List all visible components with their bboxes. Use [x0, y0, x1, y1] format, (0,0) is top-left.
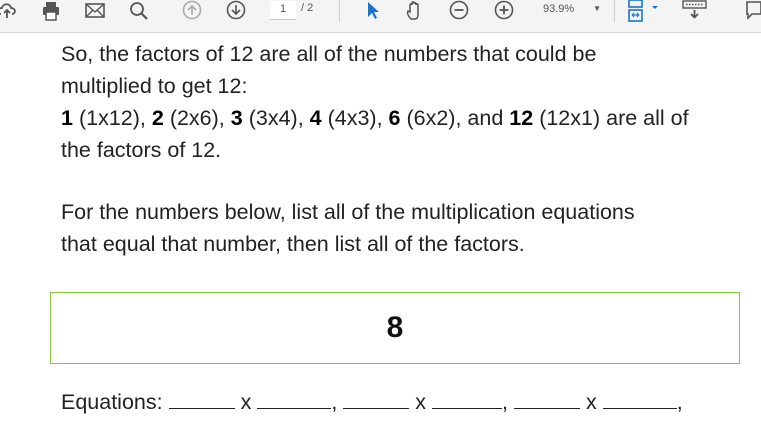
paragraph-line: that equal that number, then list all of… — [61, 232, 525, 256]
factor-pair: (12x1) — [539, 106, 601, 130]
pdf-toolbar: 1 / 2 93.9% ▼ — [0, 0, 761, 33]
print-icon[interactable] — [40, 0, 62, 22]
equation-blank[interactable] — [514, 386, 580, 409]
target-number-box: 8 — [50, 292, 740, 364]
paragraph-text: are all of — [606, 106, 689, 130]
factor-value: 1 — [61, 106, 73, 130]
times-sign: x — [415, 390, 427, 414]
factors-explanation-paragraph: So, the factors of 12 are all of the num… — [61, 38, 741, 166]
factor-pair: (4x3) — [327, 106, 377, 130]
equations-label: Equations: — [61, 390, 163, 414]
toolbar-separator — [614, 0, 615, 22]
factor-pair: (1x12) — [78, 106, 140, 130]
page-total-label: / 2 — [301, 2, 314, 14]
equation-blank[interactable] — [257, 386, 332, 409]
zoom-dropdown-icon: ▼ — [593, 4, 601, 13]
instructions-paragraph: For the numbers below, list all of the m… — [61, 196, 741, 260]
upload-icon[interactable] — [0, 0, 18, 22]
page-number-input[interactable]: 1 — [270, 1, 296, 20]
factor-value: 3 — [230, 106, 243, 130]
prev-page-icon[interactable] — [181, 0, 203, 22]
equation-blank[interactable] — [602, 386, 677, 409]
search-icon[interactable] — [128, 0, 150, 22]
factor-value: 2 — [151, 106, 164, 130]
hand-tool-icon[interactable] — [404, 0, 428, 22]
zoom-level-value: 93.9% — [543, 3, 575, 15]
target-number: 8 — [386, 311, 404, 344]
paragraph-line: For the numbers below, list all of the m… — [61, 200, 635, 224]
equation-blank[interactable] — [343, 386, 410, 409]
email-icon[interactable] — [84, 0, 106, 22]
comment-icon[interactable] — [744, 0, 761, 22]
factor-value: 4 — [309, 106, 322, 130]
factor-value: 6 — [388, 106, 401, 130]
paragraph-line: multiplied to get 12: — [61, 74, 248, 98]
equations-line: Equations: x, x, x, — [61, 386, 761, 418]
factor-pair: (6x2) — [406, 106, 456, 130]
times-sign: x — [240, 390, 252, 414]
keyboard-icon[interactable] — [680, 0, 710, 22]
zoom-level-select[interactable]: 93.9% ▼ — [531, 0, 609, 20]
equation-blank[interactable] — [168, 386, 235, 409]
toolbar-separator — [339, 0, 340, 22]
next-page-icon[interactable] — [225, 0, 247, 22]
factor-value: 12 — [509, 106, 534, 130]
zoom-out-icon[interactable] — [448, 0, 470, 22]
factors-list-line: 1 (1x12), 2 (2x6), 3 (3x4), 4 (4x3), 6 (… — [61, 106, 689, 130]
paragraph-line: So, the factors of 12 are all of the num… — [61, 42, 597, 66]
factor-pair: (2x6) — [169, 106, 219, 130]
factor-pair: (3x4) — [248, 106, 298, 130]
conjunction-text: and — [467, 106, 504, 130]
zoom-in-icon[interactable] — [493, 0, 515, 22]
times-sign: x — [586, 390, 597, 414]
pdf-page: So, the factors of 12 are all of the num… — [0, 33, 761, 421]
paragraph-line: the factors of 12. — [61, 138, 222, 162]
select-pointer-icon[interactable] — [362, 0, 384, 22]
page-display-icon[interactable] — [626, 0, 662, 22]
equation-blank[interactable] — [432, 386, 503, 409]
